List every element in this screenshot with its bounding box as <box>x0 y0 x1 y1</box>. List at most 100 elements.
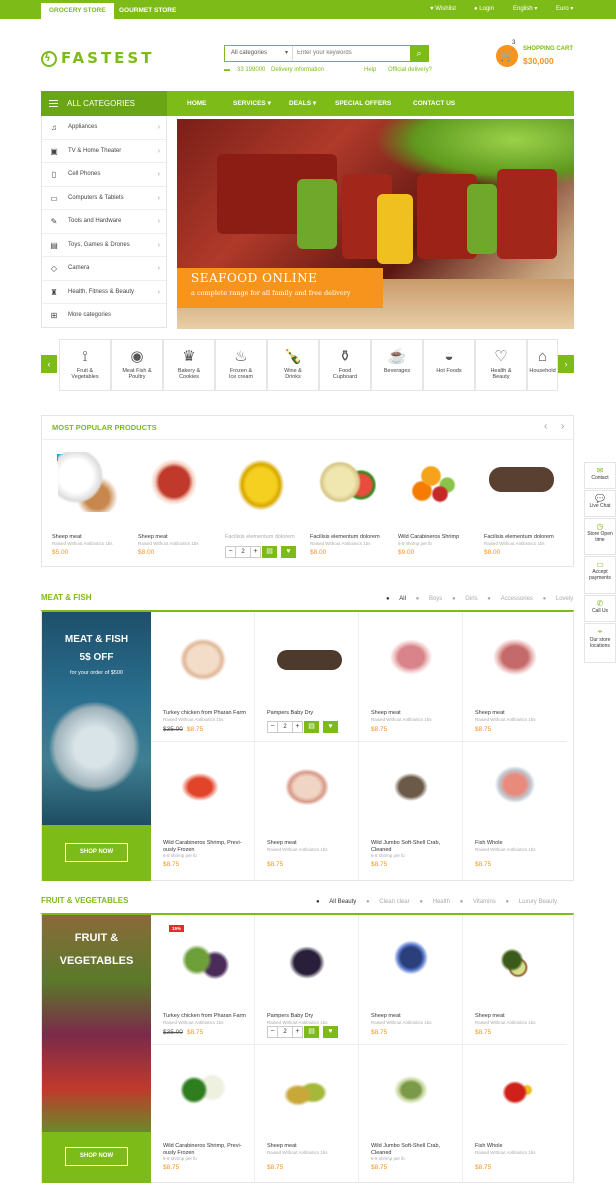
tab-grocery-store[interactable]: GROCERY STORE <box>41 3 114 19</box>
sidemenu-item-health[interactable]: ♜ Health, Fitness & Beauty › <box>42 281 166 304</box>
store-locations-button[interactable]: ⌖ Our store locations <box>584 623 616 663</box>
sidemenu-item-tv[interactable]: ▣ TV & Home Theater › <box>42 140 166 163</box>
product-card[interactable]: Turkey chicken from Pharan Farm Raised W… <box>151 612 255 742</box>
chevron-right-icon[interactable]: › <box>561 421 564 432</box>
cart-icon[interactable]: ▤ <box>262 546 277 558</box>
sidemenu-item-appliances[interactable]: ♫ Appliances › <box>42 116 166 140</box>
qty-input[interactable]: 2 <box>236 546 250 558</box>
filter-tab[interactable]: ● Vitamins <box>460 899 496 905</box>
search-button[interactable]: ⌕ <box>410 46 428 61</box>
product-card[interactable]: 15% Turkey chicken from Pharan Farm Rais… <box>151 915 255 1045</box>
sidemenu-item-toys[interactable]: ▤ Toys, Games & Drones › <box>42 234 166 257</box>
heart-icon[interactable]: ♥ <box>323 721 338 733</box>
qty-minus-button[interactable]: − <box>267 1026 278 1038</box>
nav-home[interactable]: HOME <box>187 91 207 116</box>
filter-tab[interactable]: ● Clean clear <box>366 899 410 905</box>
filter-tab[interactable]: ● All Beauty <box>316 899 356 905</box>
help-link[interactable]: Help <box>364 67 376 73</box>
nav-special-offers[interactable]: SPECIAL OFFERS <box>335 91 391 116</box>
product-card[interactable]: Facilisis elementum dolorem − 2 + ▤ ♥ <box>225 452 311 562</box>
cart-icon[interactable]: 🛒 <box>496 45 518 67</box>
qty-input[interactable]: 2 <box>278 1026 292 1038</box>
product-card[interactable]: Sheep meat Raised Without Antibiotics 1b… <box>359 915 463 1045</box>
category-frozen[interactable]: ♨ Frozen & Ice cream <box>215 339 267 391</box>
wishlist-link[interactable]: ♥ Wishlist <box>430 0 456 19</box>
nav-contact-us[interactable]: CONTACT US <box>413 91 455 116</box>
cart-icon[interactable]: ▤ <box>304 721 319 733</box>
product-card[interactable]: Sheep meat Raised Without Antibiotics 1b… <box>255 1045 359 1183</box>
product-card[interactable]: Wild Jumbo Soft-Shell Crab, Cleaned 6-8 … <box>359 1045 463 1183</box>
language-select[interactable]: English ▾ <box>513 0 537 19</box>
filter-tab[interactable]: ● All <box>386 596 406 602</box>
carousel-next-button[interactable]: › <box>558 355 574 373</box>
search-input[interactable] <box>297 46 407 61</box>
shop-now-button[interactable]: SHOP NOW <box>65 843 128 862</box>
category-meat[interactable]: ◉ Meat Fish & Poultry <box>111 339 163 391</box>
heart-icon[interactable]: ♥ <box>323 1026 338 1038</box>
all-categories-button[interactable]: ALL CATEGORIES <box>41 91 167 116</box>
sidemenu-item-camera[interactable]: ◇ Camera › <box>42 257 166 281</box>
currency-select[interactable]: Euro ▾ <box>556 0 573 19</box>
product-card[interactable]: Facilisis elementum dolorem Raised Witho… <box>310 452 396 562</box>
store-open-time-button[interactable]: ◷ Store Open time <box>584 518 616 555</box>
tab-gourmet-store[interactable]: GOURMET STORE <box>111 3 184 19</box>
product-card[interactable]: Fish Whole Raised Without Antibiotics 1b… <box>463 1045 567 1183</box>
product-card[interactable]: Facilisis elementum dolorem Raised Witho… <box>484 452 570 562</box>
category-household[interactable]: ⌂ Household <box>527 339 558 391</box>
official-delivery-link[interactable]: Official delivery? <box>388 67 432 73</box>
category-fruit[interactable]: ⟟ Fruit & Vegetables <box>59 339 111 391</box>
qty-minus-button[interactable]: − <box>225 546 236 558</box>
product-card[interactable]: Wild Carabineros Shrimp 6-8 shrimp per l… <box>398 452 484 562</box>
sidemenu-item-more[interactable]: ⊞ More categories <box>42 304 166 328</box>
sidemenu-item-phones[interactable]: ▯ Cell Phones › <box>42 163 166 187</box>
cart-label[interactable]: SHOPPING CART <box>523 46 573 52</box>
product-card[interactable]: Wild Carabineros Shrimp, Previ-ously Fro… <box>151 1045 255 1183</box>
search-category-select[interactable]: All categories ▾ <box>225 46 293 61</box>
nav-deals[interactable]: DEALS ▾ <box>289 91 316 116</box>
product-card[interactable]: Sheep meat Raised Without Antibiotics 1b… <box>359 612 463 742</box>
filter-tab[interactable]: ● Health <box>419 899 450 905</box>
cart-icon[interactable]: ▤ <box>304 1026 319 1038</box>
product-card[interactable]: Wild Jumbo Soft-Shell Crab, Cleaned 6-8 … <box>359 742 463 881</box>
chevron-left-icon[interactable]: ‹ <box>544 421 547 432</box>
heart-icon[interactable]: ♥ <box>281 546 296 558</box>
category-bakery[interactable]: ♛ Bakery & Cookies <box>163 339 215 391</box>
product-card[interactable]: NEW Sheep meat Raised Without Antibiotic… <box>52 452 138 562</box>
promo-banner[interactable]: MEAT & FISH 5$ OFF for your order of $50… <box>42 612 151 825</box>
accept-payments-button[interactable]: ▭ Accept payments <box>584 556 616 594</box>
product-card[interactable]: Sheep meat Raised Without Antibiotics 1b… <box>138 452 224 562</box>
qty-plus-button[interactable]: + <box>292 1026 303 1038</box>
filter-tab[interactable]: ● Boys <box>416 596 443 602</box>
category-beverages[interactable]: ☕ Beverages <box>371 339 423 391</box>
category-health[interactable]: ♡ Health & Beauty <box>475 339 527 391</box>
filter-tab[interactable]: ● Accessories <box>487 596 533 602</box>
live-chat-button[interactable]: 💬 Live Chat <box>584 490 616 517</box>
qty-plus-button[interactable]: + <box>250 546 261 558</box>
product-card[interactable]: Wild Carabineros Shrimp, Previ-ously Fro… <box>151 742 255 881</box>
site-logo[interactable]: ϟ FASTEST <box>41 49 154 67</box>
product-card[interactable]: Pampers Baby Dry − 2 + ▤ ♥ <box>255 612 359 742</box>
product-card[interactable]: Sheep meat Raised Without Antibiotics 1b… <box>463 915 567 1045</box>
call-us-button[interactable]: ✆ Call Us <box>584 595 616 622</box>
delivery-link[interactable]: Delivery information <box>271 67 324 73</box>
product-card[interactable]: Sheep meat Raised Without Antibiotics 1b… <box>463 612 567 742</box>
filter-tab[interactable]: ● Girls <box>452 596 478 602</box>
carousel-prev-button[interactable]: ‹ <box>41 355 57 373</box>
qty-minus-button[interactable]: − <box>267 721 278 733</box>
login-link[interactable]: ● Login <box>474 0 494 19</box>
sidemenu-item-tools[interactable]: ✎ Tools and Hardware › <box>42 210 166 234</box>
qty-input[interactable]: 2 <box>278 721 292 733</box>
product-card[interactable]: Pampers Baby Dry Raised Without Antibiot… <box>255 915 359 1045</box>
filter-tab[interactable]: ● Lovely <box>543 596 574 602</box>
qty-plus-button[interactable]: + <box>292 721 303 733</box>
hero-banner[interactable]: SEAFOOD ONLINE a complete range for all … <box>177 119 574 329</box>
filter-tab[interactable]: ● Luxury Beauty <box>506 899 558 905</box>
shop-now-button[interactable]: SHOP NOW <box>65 1147 128 1166</box>
sidemenu-item-computers[interactable]: ▭ Computers & Tablets › <box>42 187 166 210</box>
product-card[interactable]: Fish Whole Raised Without Antibiotics 1b… <box>463 742 567 881</box>
category-hot-foods[interactable]: ◒ Hot Foods <box>423 339 475 391</box>
nav-services[interactable]: SERVICES ▾ <box>233 91 271 116</box>
category-cupboard[interactable]: ⚱ Food Cupboard <box>319 339 371 391</box>
contact-button[interactable]: ✉ Contact <box>584 462 616 489</box>
category-wine[interactable]: 🍾 Wine & Drinks <box>267 339 319 391</box>
